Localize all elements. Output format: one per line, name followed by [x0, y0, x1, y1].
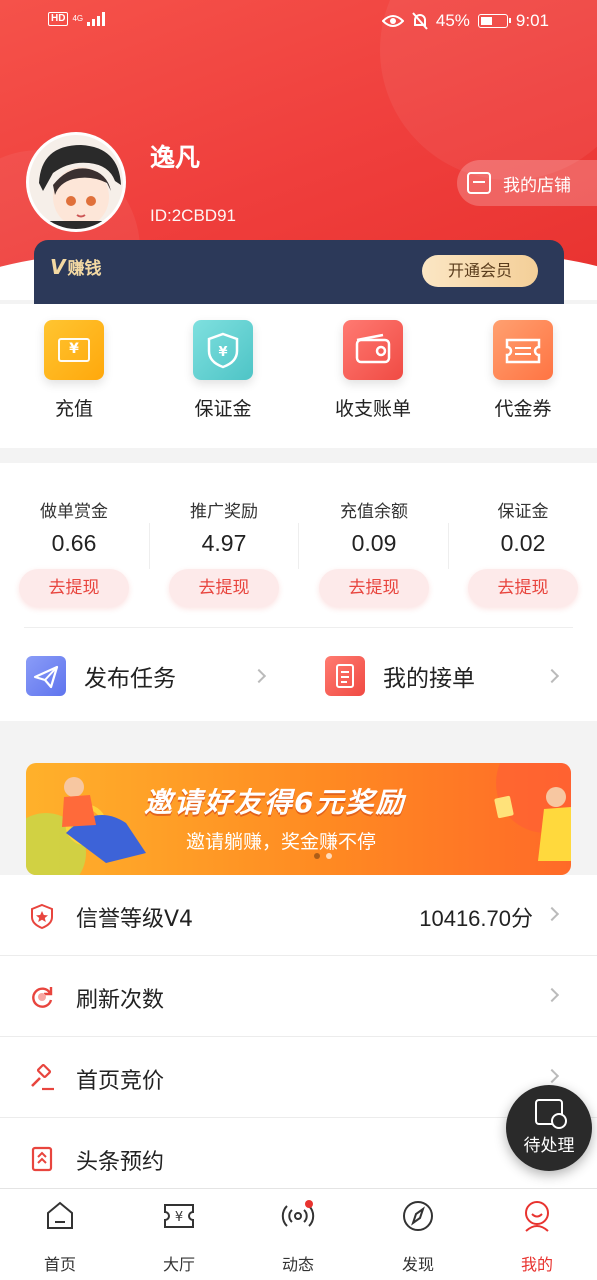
hd-indicator: HD: [48, 12, 69, 26]
recharge-icon: [44, 320, 104, 380]
publish-task-row[interactable]: 发布任务: [26, 655, 276, 697]
menu-item-label: 头条预约: [76, 1150, 165, 1175]
pending-fab[interactable]: 待处理: [506, 1085, 592, 1171]
balance-item: 做单赏金 0.66 去提现: [9, 497, 139, 607]
withdraw-button[interactable]: 去提现: [19, 569, 129, 607]
username: 逸凡: [150, 143, 201, 172]
banner-title: 邀请好友得6元奖励: [144, 786, 406, 819]
hall-ticket-icon: ¥: [164, 1204, 194, 1228]
credit-score-value: 10416.70分: [419, 906, 533, 931]
tab-home[interactable]: 首页: [20, 1199, 100, 1275]
balance-panel: 做单赏金 0.66 去提现 推广奖励 4.97 去提现 充值余额 0.09 去提…: [0, 463, 597, 721]
chevron-right-icon: [544, 906, 560, 922]
shop-icon: [467, 172, 491, 194]
publish-task-label: 发布任务: [84, 666, 176, 692]
svg-text:¥: ¥: [218, 345, 227, 360]
refresh-icon: [32, 987, 53, 1008]
menu-item-label: 信誉等级V4: [76, 907, 194, 932]
balance-value: 0.09: [351, 530, 397, 556]
tab-feed[interactable]: 动态: [258, 1199, 338, 1275]
chevron-right-icon: [544, 668, 560, 684]
home-icon: [47, 1201, 73, 1229]
balance-title: 充值余额: [340, 502, 408, 522]
vip-banner[interactable]: V 赚钱 开通会员: [34, 240, 564, 304]
battery-icon: [477, 14, 511, 28]
menu-item-credit-level[interactable]: 信誉等级V4 10416.70分: [0, 875, 597, 956]
open-membership-button[interactable]: 开通会员: [422, 255, 538, 287]
withdraw-button[interactable]: 去提现: [169, 569, 279, 607]
pending-clock-icon: [535, 1099, 567, 1129]
mute-bell-icon: [412, 12, 428, 30]
balance-title: 推广奖励: [190, 502, 258, 522]
compass-icon: [403, 1201, 433, 1231]
svg-text:¥: ¥: [175, 1210, 183, 1225]
divider: [24, 627, 573, 628]
divider: [448, 523, 449, 569]
tab-discover[interactable]: 发现: [378, 1199, 458, 1275]
network-type: 4G: [72, 14, 84, 23]
wallet-icon: [343, 320, 403, 380]
clock: 9:01: [515, 11, 549, 30]
menu-item-label: 刷新次数: [76, 988, 165, 1013]
headline-icon: [31, 1146, 53, 1172]
balance-value: 4.97: [201, 530, 247, 556]
balance-title: 保证金: [497, 502, 549, 522]
divider: [298, 523, 299, 569]
vip-logo: V 赚钱: [50, 255, 102, 279]
bottom-tab-bar: 首页 ¥ 大厅 动态 发现 我的: [0, 1188, 597, 1280]
badge-star-icon: [31, 903, 53, 930]
tab-mine[interactable]: 我的: [497, 1199, 577, 1275]
chevron-right-icon: [544, 987, 560, 1003]
balance-item: 推广奖励 4.97 去提现: [159, 497, 289, 607]
menu-item-label: 首页竞价: [76, 1069, 165, 1094]
carousel-indicator: [314, 853, 332, 859]
chevron-right-icon: [544, 1068, 560, 1084]
menu-item-refresh-count[interactable]: 刷新次数: [0, 956, 597, 1037]
status-bar: HD 4G 45% 9:01: [0, 8, 597, 36]
pending-label: 待处理: [523, 1136, 575, 1156]
eye-icon: [381, 15, 404, 27]
signal-icon: [87, 12, 106, 26]
battery-percent: 45%: [435, 11, 470, 30]
balance-item: 保证金 0.02 去提现: [458, 497, 588, 607]
my-orders-row[interactable]: 我的接单: [325, 655, 570, 697]
quick-action-bill[interactable]: 收支账单: [313, 320, 433, 421]
my-shop-label: 我的店铺: [503, 175, 571, 196]
my-shop-button[interactable]: 我的店铺: [457, 160, 597, 206]
my-orders-label: 我的接单: [383, 666, 475, 692]
balance-value: 0.66: [51, 530, 97, 556]
chevron-right-icon: [251, 668, 267, 684]
banner-subtitle: 邀请躺赚，奖金赚不停: [186, 831, 377, 853]
coupon-icon: [493, 320, 553, 380]
paper-plane-icon: [26, 656, 66, 696]
tab-hall[interactable]: ¥ 大厅: [139, 1199, 219, 1275]
deposit-shield-icon: ¥: [193, 320, 253, 380]
balance-value: 0.02: [500, 530, 546, 556]
auction-hammer-icon: [31, 1064, 54, 1091]
user-id: ID:2CBD91: [150, 206, 236, 225]
withdraw-button[interactable]: 去提现: [468, 569, 578, 607]
invite-banner[interactable]: 邀请好友得6元奖励 邀请躺赚，奖金赚不停: [26, 763, 571, 875]
quick-actions: 充值 ¥ 保证金 收支账单 代金券: [0, 304, 597, 448]
quick-action-recharge[interactable]: 充值: [14, 320, 134, 421]
avatar[interactable]: [26, 132, 126, 232]
order-list-icon: [325, 656, 365, 696]
menu-item-homepage-bid[interactable]: 首页竞价: [0, 1037, 597, 1118]
broadcast-icon: [281, 1200, 315, 1227]
profile-face-icon: [525, 1201, 549, 1232]
divider: [149, 523, 150, 569]
balance-item: 充值余额 0.09 去提现: [309, 497, 439, 607]
withdraw-button[interactable]: 去提现: [319, 569, 429, 607]
balance-title: 做单赏金: [40, 502, 108, 522]
quick-action-deposit[interactable]: ¥ 保证金: [163, 320, 283, 421]
quick-action-coupon[interactable]: 代金券: [463, 320, 583, 421]
